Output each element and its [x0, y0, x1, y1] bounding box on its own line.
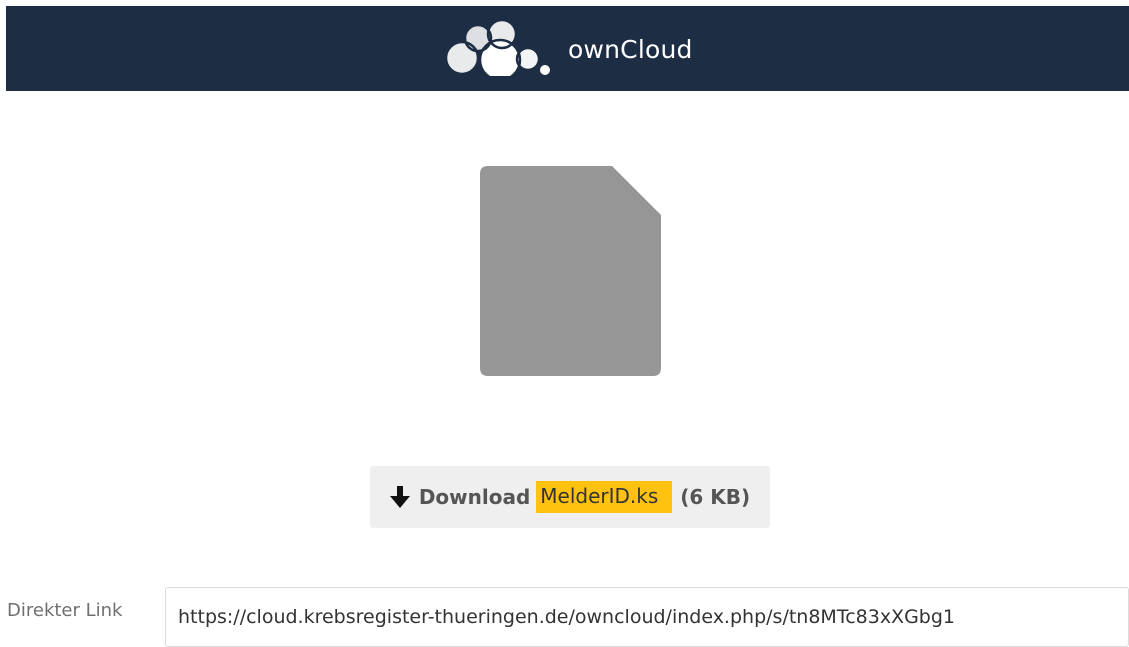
owncloud-logo[interactable]: ownCloud — [440, 14, 693, 84]
download-filename: MelderID.ks — [536, 481, 673, 513]
direct-link-label: Direkter Link — [7, 600, 123, 621]
brand-name: ownCloud — [568, 34, 693, 64]
download-button[interactable]: Download MelderID.ks (6 KB) — [370, 466, 770, 528]
owncloud-cloud-logo-icon — [440, 14, 558, 84]
top-header-bar: ownCloud — [6, 6, 1129, 91]
file-preview — [480, 166, 661, 383]
direct-link-field[interactable] — [165, 587, 1129, 647]
download-arrow-icon — [389, 486, 410, 508]
download-label: Download — [418, 485, 531, 509]
file-icon — [480, 166, 661, 382]
download-file-size: (6 KB) — [680, 485, 751, 509]
